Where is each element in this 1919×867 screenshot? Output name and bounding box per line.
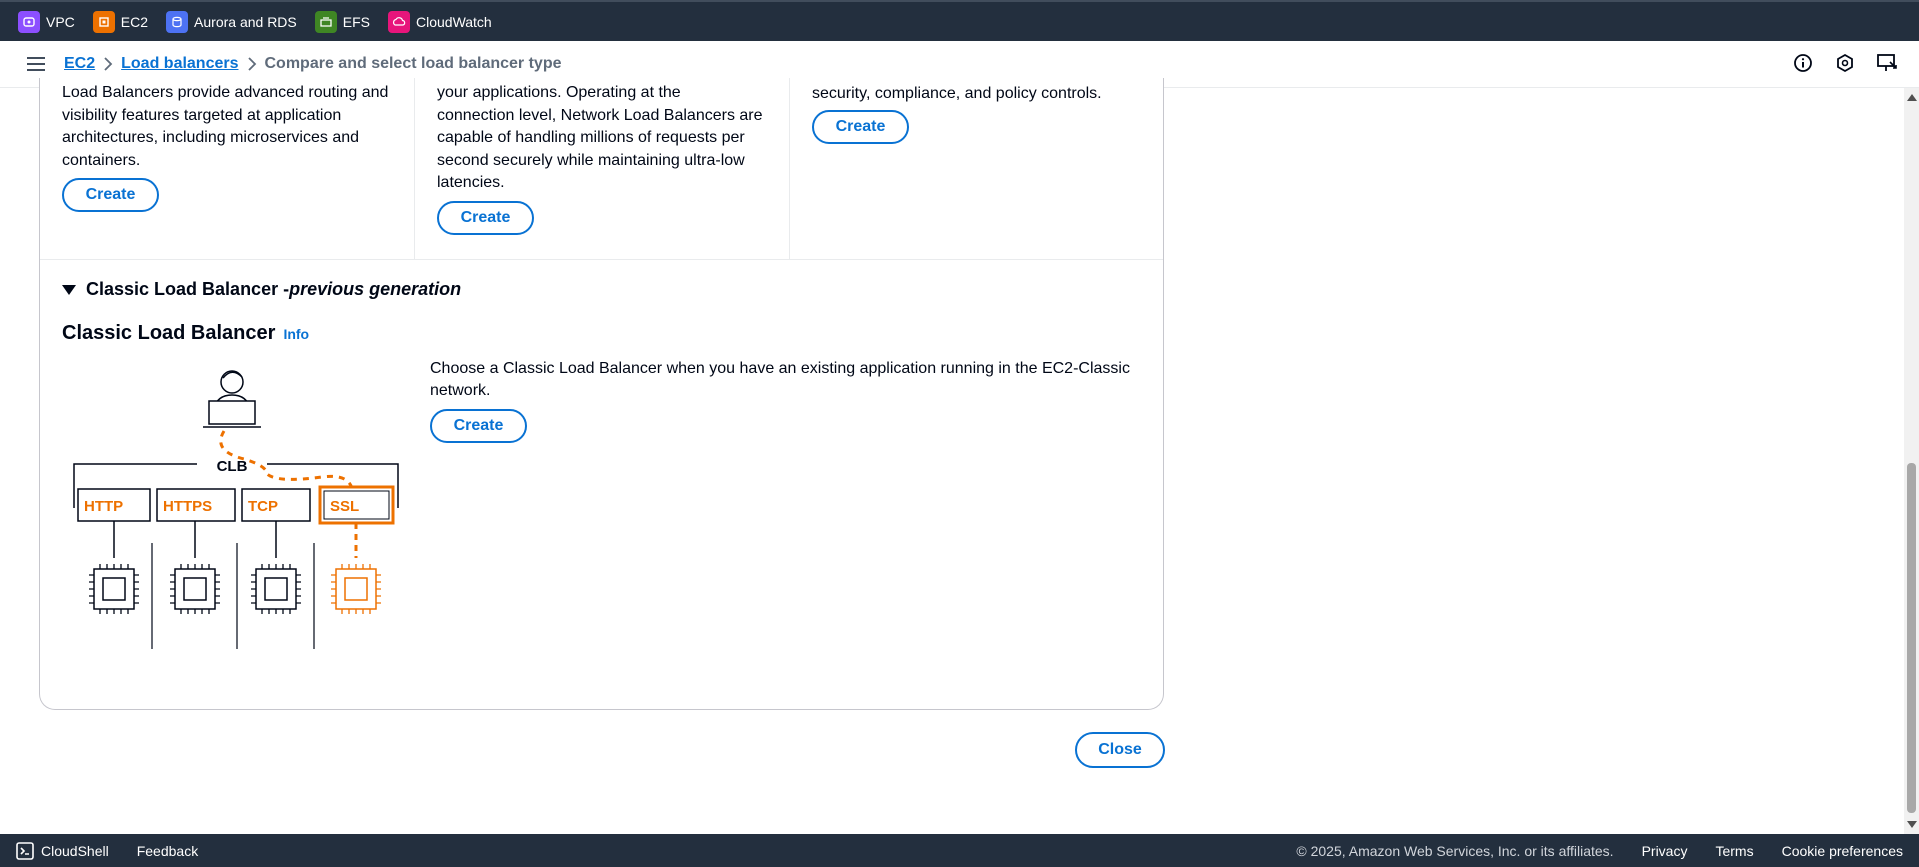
- column-divider: [789, 78, 790, 260]
- cloudshell-label: CloudShell: [41, 842, 109, 859]
- service-cloudwatch[interactable]: CloudWatch: [387, 10, 492, 33]
- feedback-link[interactable]: Feedback: [137, 843, 198, 859]
- presentation-icon[interactable]: [1875, 51, 1899, 75]
- classic-description-block: Choose a Classic Load Balancer when you …: [430, 358, 1150, 443]
- instance-chip-icon: [251, 564, 301, 614]
- svg-text:HTTPS: HTTPS: [163, 498, 212, 515]
- breadcrumb: EC2 Load balancers Compare and select lo…: [64, 55, 562, 73]
- create-glb-button[interactable]: Create: [812, 109, 909, 144]
- security-badge-icon[interactable]: [1833, 51, 1857, 75]
- svg-text:TCP: TCP: [248, 498, 278, 515]
- classic-info-link[interactable]: Info: [283, 326, 309, 342]
- service-rds[interactable]: Aurora and RDS: [166, 10, 297, 33]
- service-ec2[interactable]: EC2: [92, 10, 149, 33]
- alb-column: Load Balancers provide advanced routing …: [62, 78, 407, 260]
- close-button[interactable]: Close: [1075, 732, 1165, 768]
- instance-chip-icon: [89, 564, 139, 614]
- vpc-icon: [18, 10, 40, 33]
- scroll-up-icon[interactable]: [1907, 94, 1917, 101]
- listener-ssl: SSL: [318, 485, 395, 525]
- svg-text:SSL: SSL: [330, 498, 359, 515]
- info-circle-icon[interactable]: [1791, 51, 1815, 75]
- listener-http: HTTP: [77, 488, 151, 522]
- navbar-tools: [1791, 51, 1899, 75]
- classic-description: Choose a Classic Load Balancer when you …: [430, 360, 1130, 399]
- feedback-label: Feedback: [136, 842, 199, 859]
- breadcrumb-current: Compare and select load balancer type: [264, 55, 562, 72]
- rds-icon: [166, 10, 189, 33]
- svg-text:HTTP: HTTP: [84, 498, 123, 515]
- classic-heading: Classic Load Balancer Info: [62, 322, 309, 345]
- alb-description: Load Balancers provide advanced routing …: [62, 84, 389, 169]
- scroll-thumb[interactable]: [1907, 463, 1916, 813]
- classic-expander[interactable]: Classic Load Balancer - previous generat…: [62, 279, 461, 300]
- ec2-icon: [92, 10, 115, 33]
- breadcrumb-load-balancers[interactable]: Load balancers: [121, 55, 238, 73]
- copyright-text: © 2025, Amazon Web Services, Inc. or its…: [1296, 842, 1614, 859]
- page-scrollbar[interactable]: [1904, 88, 1919, 834]
- service-ec2-label: EC2: [120, 13, 149, 30]
- load-balancer-types-panel: Load Balancers provide advanced routing …: [39, 78, 1164, 710]
- classic-expander-subtitle: previous generation: [289, 279, 462, 299]
- terms-link[interactable]: Terms: [1715, 843, 1753, 859]
- cookie-preferences-link[interactable]: Cookie preferences: [1782, 843, 1903, 859]
- service-vpc-label: VPC: [46, 13, 75, 30]
- cloudwatch-icon: [387, 10, 410, 33]
- create-nlb-button[interactable]: Create: [437, 200, 534, 235]
- nlb-column: your applications. Operating at the conn…: [437, 78, 782, 260]
- footer: CloudShell Feedback © 2025, Amazon Web S…: [0, 834, 1919, 867]
- footer-links: © 2025, Amazon Web Services, Inc. or its…: [1296, 834, 1903, 867]
- listener-tcp: TCP: [241, 488, 311, 522]
- glb-description: security, compliance, and policy control…: [812, 85, 1102, 102]
- create-alb-button[interactable]: Create: [62, 178, 159, 212]
- cloudshell-button[interactable]: CloudShell: [16, 841, 109, 860]
- column-divider: [414, 78, 415, 260]
- efs-icon: [314, 10, 337, 33]
- service-cloudwatch-label: CloudWatch: [415, 13, 492, 30]
- service-rds-label: Aurora and RDS: [194, 13, 297, 30]
- glb-column: security, compliance, and policy control…: [812, 78, 1157, 260]
- listener-https: HTTPS: [156, 488, 236, 522]
- section-divider: [40, 259, 1163, 260]
- privacy-link[interactable]: Privacy: [1642, 843, 1688, 859]
- services-bar: VPC EC2 Aurora and RDS EFS CloudWatch: [0, 0, 1919, 41]
- create-clb-button[interactable]: Create: [430, 409, 527, 443]
- menu-icon[interactable]: [24, 52, 48, 76]
- breadcrumb-ec2[interactable]: EC2: [64, 55, 95, 73]
- caret-down-icon: [62, 284, 76, 295]
- user-icon: [203, 370, 261, 428]
- instance-chip-icon: [170, 564, 220, 614]
- clb-label: CLB: [217, 458, 248, 475]
- nlb-description: your applications. Operating at the conn…: [437, 84, 763, 191]
- classic-expander-title: Classic Load Balancer -: [86, 279, 290, 299]
- clb-diagram: CLB HTTP HTTPS TCP SSL: [73, 370, 399, 649]
- chevron-right-icon: [239, 56, 265, 72]
- service-vpc[interactable]: VPC: [18, 10, 75, 33]
- cloudshell-icon: [16, 841, 34, 860]
- scroll-down-icon[interactable]: [1907, 821, 1917, 828]
- service-efs-label: EFS: [342, 13, 370, 30]
- service-efs[interactable]: EFS: [314, 10, 370, 33]
- instance-chip-highlight-icon: [331, 564, 381, 614]
- chevron-right-icon: [95, 56, 121, 72]
- classic-title: Classic Load Balancer: [62, 322, 276, 344]
